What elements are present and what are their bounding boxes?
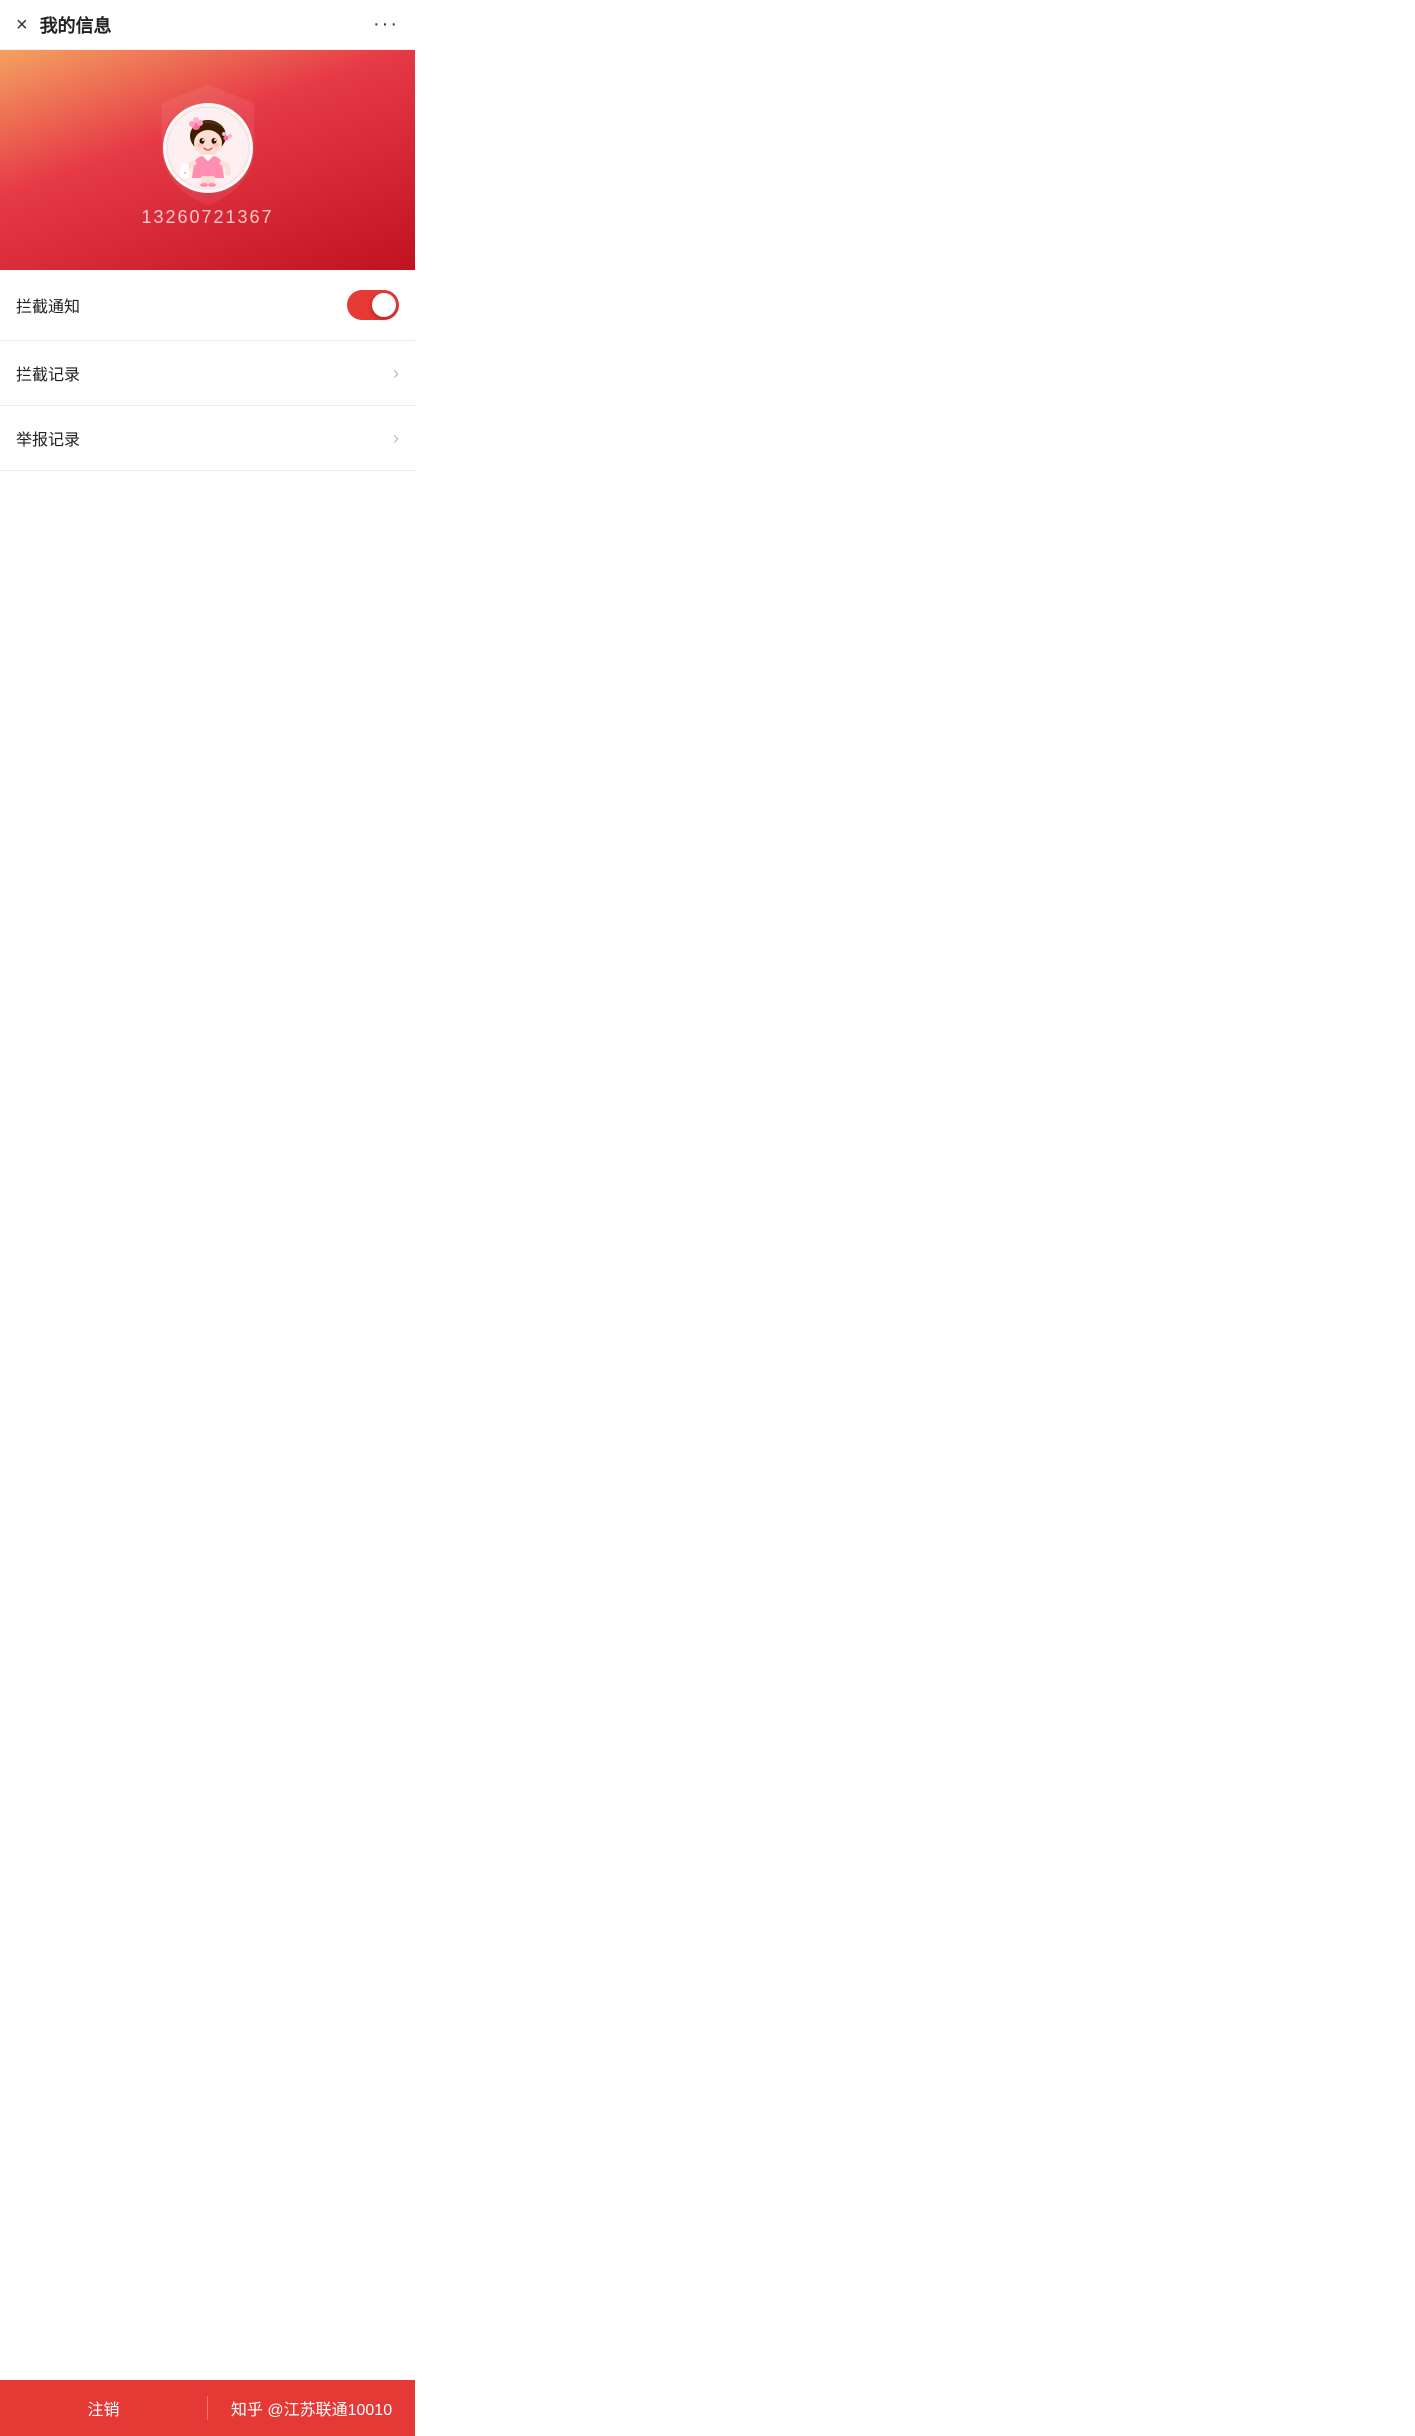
block-records-right: ›: [393, 363, 399, 384]
info-label: 知乎 @江苏联通10010: [231, 2396, 392, 2420]
toggle-slider: [347, 290, 399, 320]
header-left: × 我的信息: [16, 12, 112, 38]
avatar: [163, 103, 253, 193]
phone-number: 13260721367: [141, 207, 273, 228]
menu-item-block-notify[interactable]: 拦截通知: [0, 270, 415, 341]
cancel-section[interactable]: 注销: [0, 2396, 208, 2420]
avatar-image: [168, 108, 248, 188]
header: × 我的信息 ···: [0, 0, 415, 50]
content-spacer: [0, 471, 415, 771]
close-button[interactable]: ×: [16, 15, 28, 35]
main-content: 13260721367 拦截通知 拦截记录 ›: [0, 50, 415, 2436]
menu-list: 拦截通知 拦截记录 › 举报记录 ›: [0, 270, 415, 471]
block-records-label: 拦截记录: [16, 361, 80, 385]
toggle-wrapper: [347, 290, 399, 320]
chevron-right-icon: ›: [393, 363, 399, 384]
block-notify-label: 拦截通知: [16, 293, 80, 317]
page-title: 我的信息: [40, 12, 112, 38]
report-records-label: 举报记录: [16, 426, 80, 450]
menu-item-block-records[interactable]: 拦截记录 ›: [0, 341, 415, 406]
block-notify-toggle[interactable]: [347, 290, 399, 320]
info-section: 知乎 @江苏联通10010: [208, 2396, 415, 2420]
bottom-bar: 注销 知乎 @江苏联通10010: [0, 2380, 415, 2436]
cancel-label: 注销: [87, 2396, 119, 2420]
menu-item-report-records[interactable]: 举报记录 ›: [0, 406, 415, 471]
hero-section: 13260721367: [0, 50, 415, 270]
avatar-wrapper: [163, 103, 253, 193]
report-records-right: ›: [393, 428, 399, 449]
more-button[interactable]: ···: [373, 13, 399, 36]
chevron-right-icon-2: ›: [393, 428, 399, 449]
